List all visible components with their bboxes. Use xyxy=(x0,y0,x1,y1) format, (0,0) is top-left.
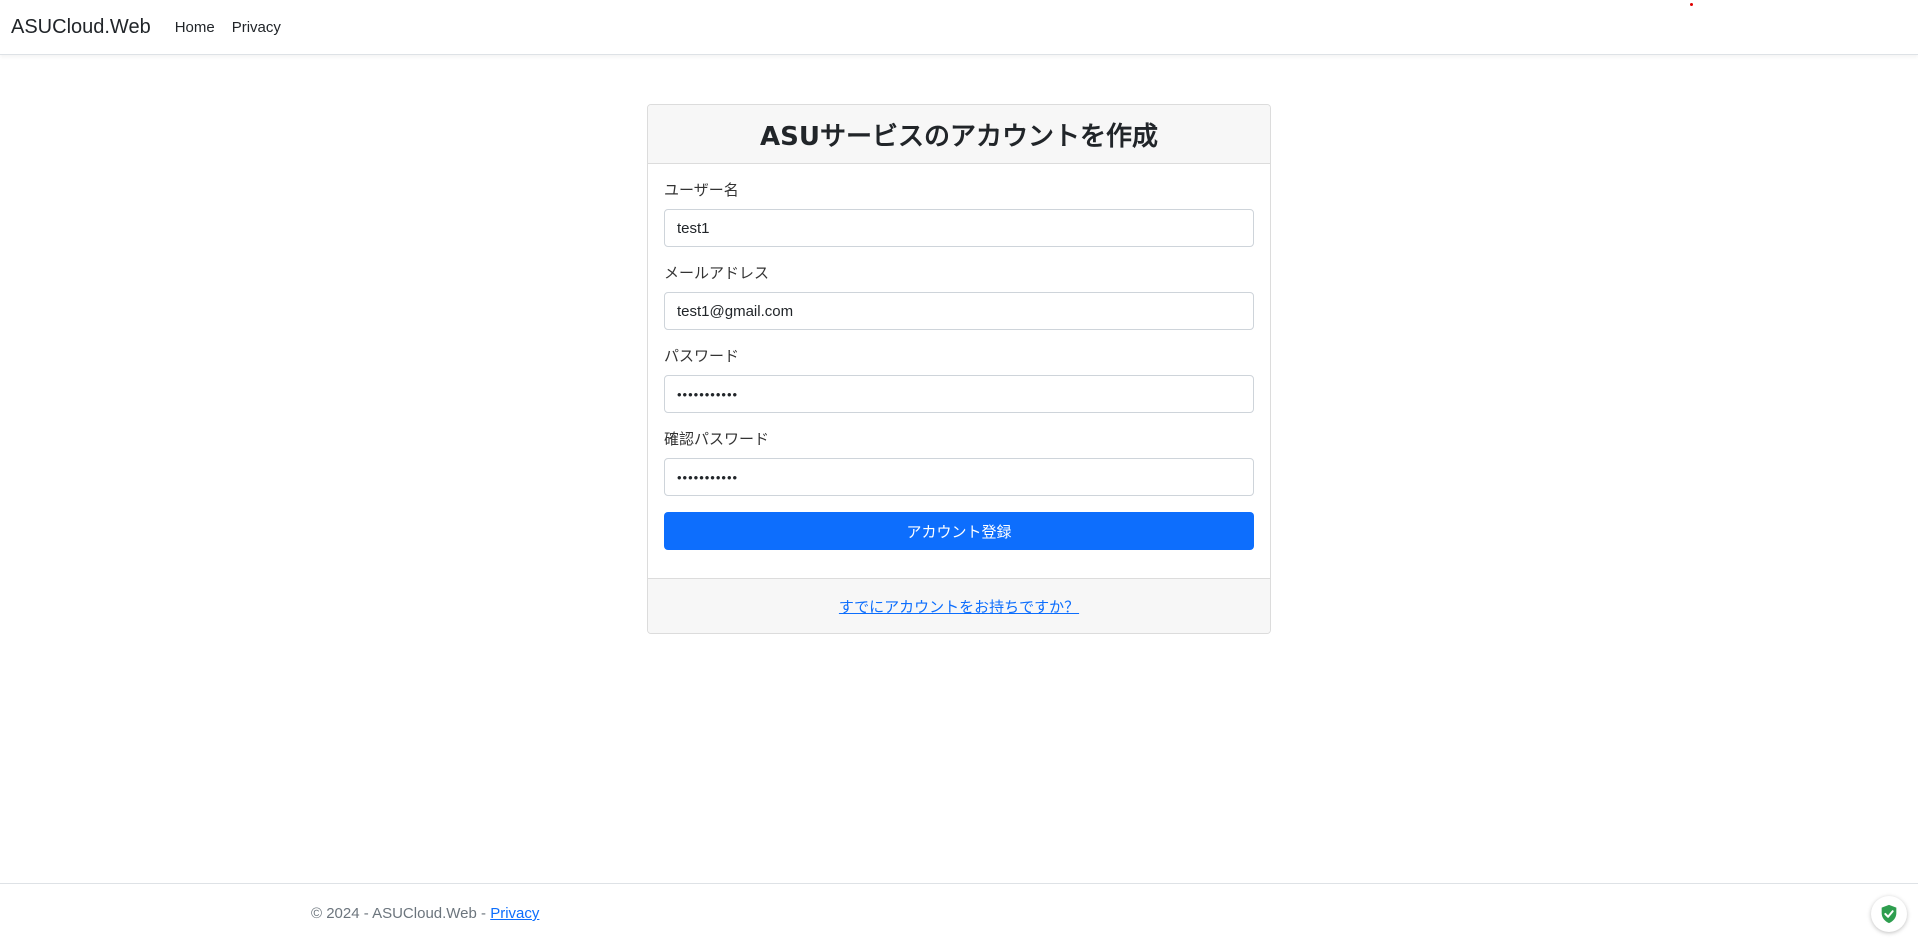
email-label: メールアドレス xyxy=(664,264,770,282)
email-group: メールアドレス xyxy=(664,263,1254,330)
register-form: ユーザー名 メールアドレス パスワード 確認パスワード アカウント登録 xyxy=(648,164,1270,582)
password-group: パスワード xyxy=(664,346,1254,413)
card-header: ASUサービスのアカウントを作成 xyxy=(648,105,1270,164)
shield-check-icon[interactable] xyxy=(1871,896,1907,932)
confirm-password-group: 確認パスワード xyxy=(664,429,1254,496)
page-title: ASUサービスのアカウントを作成 xyxy=(760,121,1158,152)
confirm-password-label: 確認パスワード xyxy=(664,430,770,448)
brand-link[interactable]: ASUCloud.Web xyxy=(11,16,151,39)
nav-link-home[interactable]: Home xyxy=(175,19,215,36)
password-label: パスワード xyxy=(664,347,740,365)
footer-text: © 2024 - ASUCloud.Web - Privacy xyxy=(311,905,539,922)
top-navbar: ASUCloud.Web Home Privacy xyxy=(0,0,1918,55)
username-label: ユーザー名 xyxy=(664,181,739,199)
page-footer: © 2024 - ASUCloud.Web - Privacy xyxy=(0,883,1918,941)
confirm-password-input[interactable] xyxy=(664,458,1254,496)
username-group: ユーザー名 xyxy=(664,180,1254,247)
email-input[interactable] xyxy=(664,292,1254,330)
copyright-text: © 2024 - ASUCloud.Web - xyxy=(311,905,491,922)
login-link[interactable]: すでにアカウントをお持ちですか？ xyxy=(839,596,1079,617)
password-input[interactable] xyxy=(664,375,1254,413)
nav-link-privacy[interactable]: Privacy xyxy=(232,19,281,36)
username-input[interactable] xyxy=(664,209,1254,247)
register-button[interactable]: アカウント登録 xyxy=(664,512,1254,550)
card-footer: すでにアカウントをお持ちですか？ xyxy=(648,578,1270,633)
register-card: ASUサービスのアカウントを作成 ユーザー名 メールアドレス パスワード 確認パ… xyxy=(647,104,1271,634)
indicator-dot xyxy=(1690,3,1693,6)
footer-privacy-link[interactable]: Privacy xyxy=(490,905,539,922)
